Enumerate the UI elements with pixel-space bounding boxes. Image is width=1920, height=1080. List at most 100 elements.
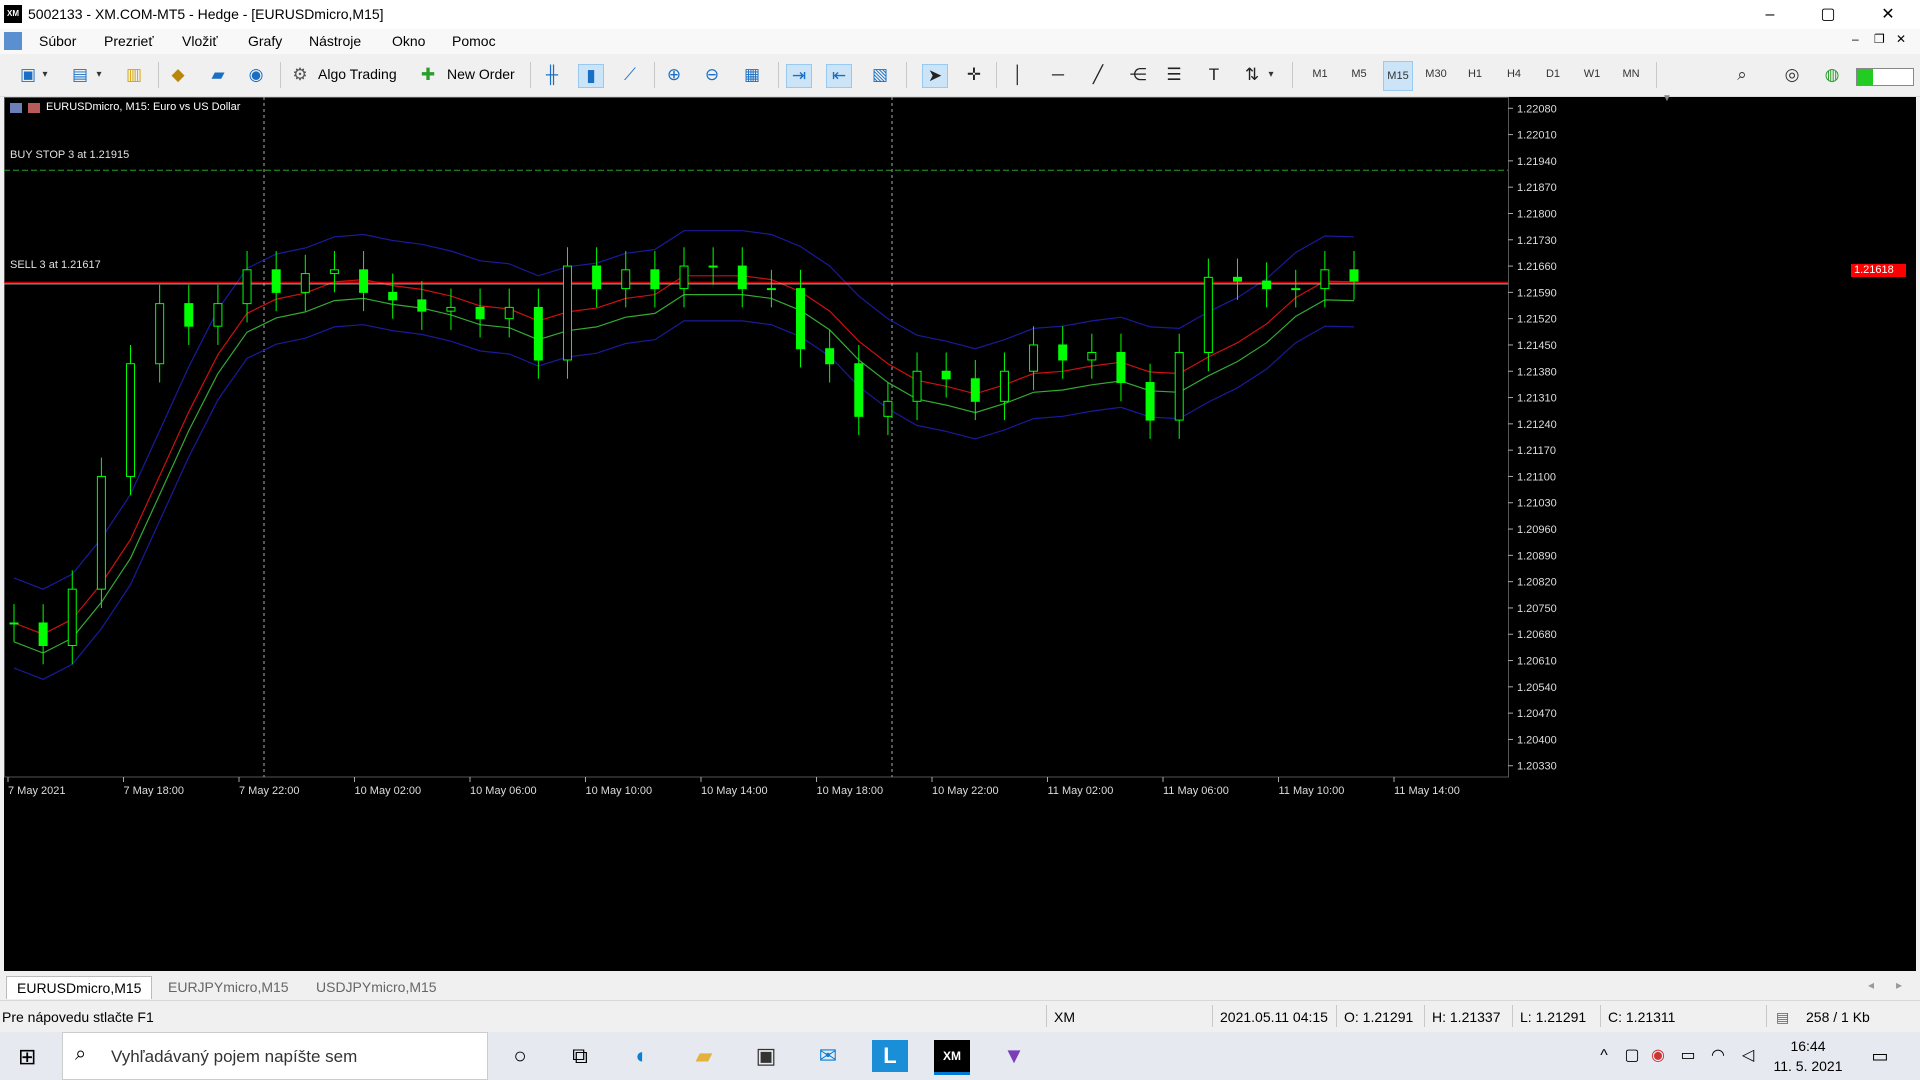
zoom-out-icon[interactable]: ⊖	[700, 64, 724, 86]
fibonacci-icon[interactable]: ☰	[1162, 64, 1186, 86]
price-tick-label: 1.20960	[1517, 524, 1557, 536]
new-chart-dropdown-icon[interactable]: ▾	[38, 64, 52, 86]
timeframe-m5[interactable]: M5	[1345, 68, 1373, 80]
timeframe-m1[interactable]: M1	[1306, 68, 1334, 80]
price-tick-label: 1.22080	[1517, 103, 1557, 115]
file-explorer-icon[interactable]: ▰	[686, 1040, 722, 1072]
zoom-in-icon[interactable]: ⊕	[662, 64, 686, 86]
windows-start-icon[interactable]: ⊞	[18, 1044, 36, 1070]
trend-line-icon[interactable]: ╱	[1086, 64, 1110, 86]
candle-body	[621, 269, 631, 290]
cortana-icon[interactable]: ○	[502, 1040, 538, 1072]
cursor-icon[interactable]: ➤	[922, 64, 948, 88]
candle-body	[766, 288, 776, 291]
notifications-icon[interactable]: ▭	[1862, 1040, 1898, 1072]
candlestick-chart-icon[interactable]: ▮	[578, 64, 604, 88]
chart-tabs: EURUSDmicro,M15 EURJPYmicro,M15 USDJPYmi…	[0, 974, 1920, 1000]
status-open: O: 1.21291	[1344, 1009, 1414, 1025]
candle-body	[737, 265, 747, 290]
price-chart-svg[interactable]: 1.22080 1.22010 1.21940 1.21870 1.21800 1.217…	[4, 97, 1916, 971]
price-tick-label: 1.21730	[1517, 235, 1557, 247]
taskbar-search-box[interactable]: ⌕ Vyhľadávaný pojem napíšte sem	[62, 1032, 488, 1080]
tabs-scroll-right-icon[interactable]: ▸	[1896, 978, 1902, 992]
chart-area[interactable]: 1.22080 1.22010 1.21940 1.21870 1.21800 1.217…	[4, 93, 1916, 971]
menu-prezriet[interactable]: Prezrieť	[104, 33, 154, 49]
edge-icon[interactable]: ◐	[624, 1040, 660, 1072]
close-button[interactable]: ✕	[1860, 0, 1916, 29]
mdi-close-icon[interactable]: ✕	[1896, 32, 1906, 46]
menu-grafy[interactable]: Grafy	[248, 33, 282, 49]
arrows-icon[interactable]: ⇅	[1240, 64, 1264, 86]
tabs-scroll-left-icon[interactable]: ◂	[1868, 978, 1874, 992]
xm-mt5-icon[interactable]: XM	[934, 1040, 970, 1075]
sell-position-label[interactable]: SELL 3 at 1.21617	[10, 259, 101, 271]
price-tick-label: 1.21450	[1517, 340, 1557, 352]
terminal-icon[interactable]: ▰	[206, 64, 230, 86]
profiles-dropdown-icon[interactable]: ▾	[92, 64, 106, 86]
tab-eurjpymicro-m15[interactable]: EURJPYmicro,M15	[158, 976, 299, 998]
price-tick-label: 1.21660	[1517, 261, 1557, 273]
task-view-icon[interactable]: ⧉	[562, 1040, 598, 1072]
chart-shift-icon[interactable]: ⇤	[826, 64, 852, 88]
vertical-line-icon[interactable]: │	[1006, 64, 1030, 86]
store-icon[interactable]: ▣	[748, 1040, 784, 1072]
grid-icon[interactable]: ▦	[740, 64, 764, 86]
vps-icon[interactable]: ◍	[1820, 64, 1844, 86]
separator	[778, 62, 779, 88]
menu-subor[interactable]: Súbor	[39, 33, 76, 49]
text-label-icon[interactable]: T	[1202, 64, 1226, 86]
signals-icon[interactable]: ◉	[244, 64, 268, 86]
timeframe-h1[interactable]: H1	[1461, 68, 1489, 80]
search-icon[interactable]: ⌕	[1730, 64, 1754, 86]
candle-body	[1087, 351, 1097, 361]
chart-shift-marker-icon[interactable]: ▼	[1662, 93, 1672, 104]
bar-chart-icon[interactable]: ╫	[540, 64, 564, 86]
status-low: L: 1.21291	[1520, 1009, 1587, 1025]
gann-fan-icon[interactable]: ⋲	[1126, 64, 1150, 86]
mail-icon[interactable]: ✉	[810, 1040, 846, 1072]
timeframe-h4[interactable]: H4	[1500, 68, 1528, 80]
volume-muted-icon[interactable]: ◁	[1730, 1040, 1766, 1072]
buy-stop-order-label[interactable]: BUY STOP 3 at 1.21915	[10, 149, 129, 161]
chart-window-icon[interactable]	[4, 32, 22, 50]
taskbar-clock-date[interactable]: 11. 5. 2021	[1770, 1058, 1846, 1074]
time-tick-label: 10 May 06:00	[470, 785, 537, 797]
timeframe-mn[interactable]: MN	[1617, 68, 1645, 80]
menu-vlozit[interactable]: Vložiť	[182, 33, 218, 49]
vpn-app-icon[interactable]: ▼	[996, 1040, 1032, 1072]
algo-trading-button[interactable]: Algo Trading	[318, 66, 397, 82]
candle-body	[417, 299, 427, 312]
new-order-button[interactable]: New Order	[447, 66, 515, 82]
l-app-icon[interactable]: L	[872, 1040, 908, 1072]
mdi-minimize-icon[interactable]: –	[1852, 32, 1859, 46]
menu-nastroje[interactable]: Nástroje	[309, 33, 361, 49]
crosshair-icon[interactable]: ✛	[962, 64, 986, 86]
timeframe-w1[interactable]: W1	[1578, 68, 1606, 80]
new-chart-icon[interactable]: ▣	[16, 64, 40, 86]
timeframe-d1[interactable]: D1	[1539, 68, 1567, 80]
auto-scroll-icon[interactable]: ⇥	[786, 64, 812, 88]
profiles-icon[interactable]: ▤	[68, 64, 92, 86]
menu-okno[interactable]: Okno	[392, 33, 425, 49]
minimize-button[interactable]: –	[1742, 0, 1798, 29]
mdi-restore-icon[interactable]: ❐	[1874, 32, 1885, 46]
tab-usdjpymicro-m15[interactable]: USDJPYmicro,M15	[306, 976, 447, 998]
arrows-dropdown-icon[interactable]: ▾	[1264, 64, 1278, 86]
templates-icon[interactable]: ▧	[868, 64, 892, 86]
timeframe-m30[interactable]: M30	[1422, 68, 1450, 80]
tab-eurusdmicro-m15[interactable]: EURUSDmicro,M15	[6, 976, 153, 999]
horizontal-line-icon[interactable]: ─	[1046, 64, 1070, 86]
menu-bar: Súbor Prezrieť Vložiť Grafy Nástroje Okn…	[0, 29, 1920, 54]
price-tick-label: 1.21520	[1517, 314, 1557, 326]
navigator-icon[interactable]: ◆	[166, 64, 190, 86]
taskbar-clock-time[interactable]: 16:44	[1778, 1038, 1838, 1054]
account-icon[interactable]: ◎	[1780, 64, 1804, 86]
market-watch-icon[interactable]: ▥	[122, 64, 146, 86]
algo-trading-icon[interactable]: ⚙	[288, 64, 312, 86]
timeframe-m15[interactable]: M15	[1383, 61, 1413, 91]
maximize-button[interactable]: ▢	[1800, 0, 1856, 29]
line-chart-icon[interactable]: ⟋	[618, 64, 642, 86]
menu-pomoc[interactable]: Pomoc	[452, 33, 496, 49]
new-order-icon[interactable]: ✚	[416, 64, 440, 86]
candle-body	[941, 370, 951, 380]
